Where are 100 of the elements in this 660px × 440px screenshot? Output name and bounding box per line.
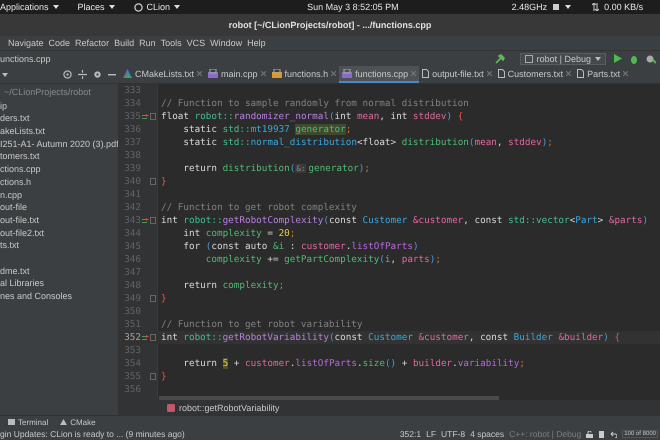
menu-item[interactable]: Tools: [160, 38, 182, 48]
close-icon[interactable]: [260, 71, 266, 76]
fold-icon[interactable]: [150, 178, 156, 185]
caret-icon: [595, 56, 601, 60]
caret-icon: [565, 5, 572, 9]
editor-tab[interactable]: functions.h: [268, 66, 340, 83]
editor-tab[interactable]: Customers.txt: [494, 66, 574, 83]
code-text: float robot::randomizer_normal(int mean, int stddev) {: [161, 111, 464, 122]
code-text: // Function to sample randomly from normal distribution: [161, 98, 469, 109]
override-icon[interactable]: [142, 218, 148, 224]
panel-menu[interactable]: CLion: [134, 2, 180, 12]
code-text: }: [161, 176, 167, 187]
code-text: // Function to get robot complexity: [161, 202, 357, 213]
code-text: int robot::getRobotVariability(const Customer &customer, const Builder &builder) {: [161, 332, 620, 343]
tree-item[interactable]: out-file2.txt: [0, 226, 118, 240]
tree-item[interactable]: out-file: [0, 201, 118, 214]
tree-item[interactable]: n.cpp: [0, 188, 118, 202]
menu-item[interactable]: Build: [114, 38, 134, 48]
editor-tab[interactable]: output-file.txt: [419, 66, 495, 83]
status-item[interactable]: 352:1: [400, 429, 422, 439]
chip-icon: [552, 3, 560, 11]
code-text: }: [161, 371, 167, 382]
caret-icon: [52, 5, 59, 9]
run-icon[interactable]: [613, 54, 622, 63]
terminal-icon: [8, 419, 15, 425]
cpu-frequency: 2.48GHz: [512, 2, 548, 12]
code-text: for (const auto &i : customer.listOfParts): [182, 241, 419, 252]
fold-icon[interactable]: [150, 113, 156, 120]
caret-icon: [174, 5, 180, 9]
code-text: static std::mt19937 generator;: [182, 124, 352, 135]
tree-item[interactable]: ders.txt: [0, 112, 118, 126]
tree-item[interactable]: ip: [0, 100, 118, 112]
header-file-icon: [272, 69, 282, 78]
minimize-icon[interactable]: [108, 74, 116, 76]
target-icon[interactable]: [63, 70, 72, 79]
text-file-icon: [577, 69, 584, 78]
menu-item[interactable]: Navigate: [8, 38, 44, 48]
caret-icon[interactable]: [2, 72, 8, 76]
fold-icon[interactable]: [150, 217, 156, 224]
run-config-dropdown[interactable]: robot | Debug: [520, 52, 606, 64]
menu-item[interactable]: Run: [139, 38, 156, 48]
undo-icon[interactable]: [610, 430, 618, 438]
code-text: int robot::getRobotComplexity(const Customer &customer, const std::vector<Part> &parts): [161, 215, 648, 226]
text-file-icon: [422, 69, 430, 78]
menu-item[interactable]: Help: [247, 38, 266, 48]
clock[interactable]: Sun May 3 8:52:05 PM: [307, 2, 399, 12]
tree-item[interactable]: nes and Consoles: [0, 290, 118, 303]
panel-menu[interactable]: Applications: [0, 2, 59, 12]
status-item[interactable]: LF: [426, 429, 436, 439]
code-text: }: [161, 293, 167, 304]
file-path[interactable]: unctions.cpp: [0, 54, 51, 64]
close-icon[interactable]: [197, 71, 202, 76]
panel-menu[interactable]: Places: [78, 2, 115, 12]
function-icon: [167, 404, 175, 412]
close-icon[interactable]: [566, 71, 572, 76]
fold-icon[interactable]: [150, 334, 156, 341]
status-item[interactable]: 4 spaces: [470, 429, 504, 439]
hammer-icon[interactable]: [494, 54, 505, 64]
lock-icon[interactable]: [586, 430, 594, 438]
menu-item[interactable]: Code: [48, 38, 70, 48]
tree-item[interactable]: akeLists.txt: [0, 125, 118, 138]
collapse-icon[interactable]: [78, 70, 87, 79]
tree-item[interactable]: out-file.txt: [0, 214, 118, 227]
tree-item[interactable]: al Libraries: [0, 277, 118, 290]
tool-window-tab[interactable]: CMake: [60, 418, 96, 426]
fold-icon[interactable]: [150, 373, 156, 380]
tree-item[interactable]: dme.txt: [0, 264, 118, 278]
menu-item[interactable]: VCS: [186, 38, 206, 48]
menu-item[interactable]: Refactor: [75, 38, 110, 48]
override-icon[interactable]: [142, 334, 148, 340]
window-title: robot [~/CLionProjects/robot] - .../functions.cpp: [228, 20, 432, 30]
code-text: return complexity;: [182, 280, 284, 291]
editor-tab[interactable]: CMakeLists.txt: [120, 66, 206, 83]
transfer-icon: [592, 3, 600, 11]
close-icon[interactable]: [623, 71, 628, 76]
code-text: // Function to get robot variability: [161, 319, 362, 330]
close-icon[interactable]: [331, 71, 336, 76]
tree-item[interactable]: ctions.h: [0, 176, 118, 188]
tool-window-tab[interactable]: Terminal: [8, 418, 48, 426]
caret-icon: [108, 5, 115, 9]
close-icon[interactable]: [486, 71, 492, 76]
breadcrumb[interactable]: robot::getRobotVariability: [179, 402, 280, 413]
status-message[interactable]: gin Updates: CLion is ready to ... (9 minutes ago): [0, 429, 185, 439]
menu-item[interactable]: Window: [210, 38, 242, 48]
editor-tab[interactable]: Parts.txt: [574, 66, 632, 83]
fold-icon[interactable]: [150, 295, 156, 302]
triangle-icon: [60, 419, 68, 425]
tree-item[interactable]: tomers.txt: [0, 150, 118, 164]
status-item[interactable]: UTF-8: [441, 429, 466, 439]
cpp-file-icon: [208, 69, 218, 78]
override-icon[interactable]: [142, 114, 148, 120]
code-text: static std::normal_distribution<float> distribution(mean, stddev);: [182, 137, 553, 148]
tree-item[interactable]: ts.txt: [0, 239, 118, 252]
code-text: complexity += getPartComplexity(i, parts);: [204, 254, 441, 265]
settings-icon[interactable]: [93, 70, 102, 79]
tree-item[interactable]: ctions.cpp: [0, 163, 118, 176]
line-number: 352: [123, 331, 141, 344]
cmake-triangle-icon: [123, 69, 132, 78]
editor-tab[interactable]: main.cpp: [205, 66, 269, 83]
editor-tab[interactable]: functions.cpp: [339, 66, 420, 83]
